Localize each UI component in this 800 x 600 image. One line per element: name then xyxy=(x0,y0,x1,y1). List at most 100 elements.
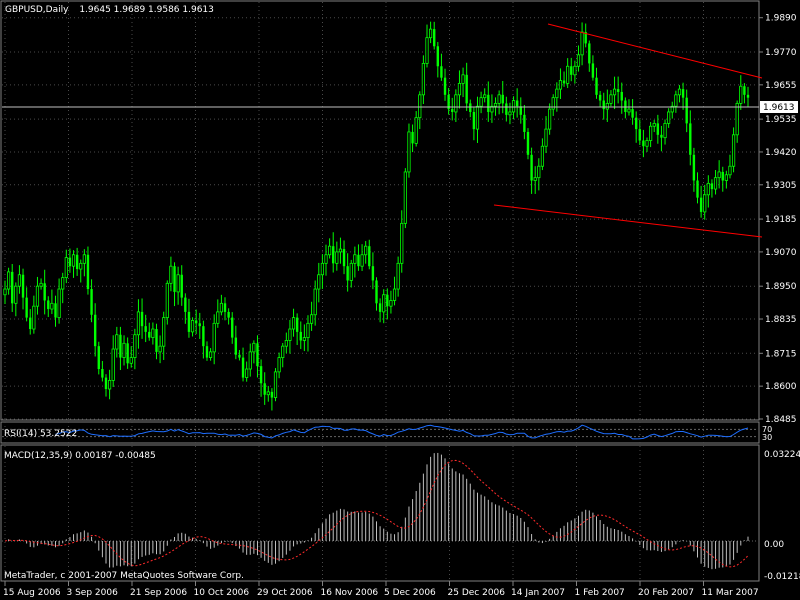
rsi-level-30: 30 xyxy=(762,433,772,442)
candle-body-up xyxy=(533,177,537,181)
time-tick-label: 15 Aug 2006 xyxy=(3,588,61,598)
candle-body-down xyxy=(198,323,201,327)
candle-body-up xyxy=(266,391,270,396)
candle-body-up xyxy=(309,314,314,324)
copyright-footer: MetaTrader, c 2001-2007 MetaQuotes Softw… xyxy=(4,571,244,581)
candle-body-down xyxy=(505,103,508,115)
candle-body-up xyxy=(612,88,617,96)
candle-body-up xyxy=(389,300,393,307)
candle-body-down xyxy=(371,266,375,281)
candle-body-up xyxy=(165,282,169,319)
candle-body-down xyxy=(104,377,108,390)
candle-body-up xyxy=(649,125,653,141)
candle-body-down xyxy=(591,63,595,78)
time-tick-label: 5 Dec 2006 xyxy=(384,588,436,598)
candle-body-up xyxy=(703,194,707,213)
candle-body-down xyxy=(119,334,122,358)
candle-body-down xyxy=(746,94,750,98)
candle-body-up xyxy=(493,102,498,107)
candle-body-down xyxy=(602,100,605,110)
price-axis: 1.9890 1.9770 1.9655 1.9535 1.9420 1.9305 1.91… xyxy=(759,14,797,425)
candle-body-up xyxy=(277,357,281,373)
price-tick-label: 1.9305 xyxy=(765,181,797,191)
candle-body-down xyxy=(433,29,436,47)
candle-body-down xyxy=(699,197,703,212)
trendline-lower xyxy=(493,204,763,238)
chart-canvas[interactable]: 1.9890 1.9770 1.9655 1.9535 1.9420 1.9305 1.91… xyxy=(0,0,800,600)
candle-body-down xyxy=(443,77,447,95)
candle-body-down xyxy=(436,46,440,67)
candle-body-down xyxy=(29,317,32,330)
candle-body-down xyxy=(710,183,714,190)
candle-body-up xyxy=(176,274,180,293)
candle-body-up xyxy=(71,254,76,267)
candle-body-down xyxy=(440,66,443,78)
candle-body-down xyxy=(202,326,205,347)
candle-body-down xyxy=(25,297,28,318)
candle-body-down xyxy=(692,154,696,181)
candle-body-up xyxy=(479,97,483,107)
candle-body-down xyxy=(660,134,663,138)
candle-body-down xyxy=(638,129,641,141)
candle-body-down xyxy=(642,140,645,147)
candle-body-up xyxy=(511,100,516,113)
candle-body-up xyxy=(407,131,411,173)
candle-body-up xyxy=(576,54,581,67)
candle-body-up xyxy=(349,262,353,281)
candle-body-down xyxy=(411,131,414,144)
candle-body-down xyxy=(144,326,147,332)
candle-body-down xyxy=(378,303,382,312)
candle-body-up xyxy=(212,322,216,353)
candle-body-down xyxy=(21,274,25,298)
candle-body-up xyxy=(317,274,321,290)
candle-body-up xyxy=(706,182,710,196)
candle-body-up xyxy=(508,111,512,116)
price-tick-label: 1.8485 xyxy=(765,415,797,425)
candle-body-up xyxy=(548,108,552,130)
candle-body-down xyxy=(472,111,476,130)
candle-body-up xyxy=(353,254,357,264)
chart-title: GBPUSD,Daily 1.9645 1.9689 1.9586 1.9613 xyxy=(5,5,214,15)
candle-body-up xyxy=(111,348,115,381)
candle-body-down xyxy=(75,254,79,270)
price-tick-label: 1.8835 xyxy=(765,315,797,325)
candle-body-down xyxy=(515,100,519,107)
candle-body-down xyxy=(685,97,688,124)
candle-body-down xyxy=(241,357,245,378)
candle-body-up xyxy=(735,102,739,136)
candle-body-up xyxy=(17,274,22,287)
candle-body-up xyxy=(652,122,656,127)
macd-tick-zero: 0.00 xyxy=(764,540,784,550)
candle-body-up xyxy=(403,171,407,224)
candle-body-up xyxy=(425,37,429,64)
time-tick-label: 1 Feb 2007 xyxy=(575,588,625,598)
candle-body-up xyxy=(122,342,126,358)
candle-body-up xyxy=(39,282,43,287)
candle-body-up xyxy=(328,245,332,256)
trendline-upper xyxy=(547,23,763,79)
candle-body-up xyxy=(151,328,155,338)
candle-body-up xyxy=(667,111,671,124)
candle-body-up xyxy=(115,334,119,350)
candle-body-up xyxy=(555,88,559,99)
candle-body-down xyxy=(501,94,504,104)
candle-body-up xyxy=(717,171,721,179)
candle-body-down xyxy=(101,369,104,378)
candle-body-up xyxy=(50,302,54,310)
candle-body-up xyxy=(461,74,465,84)
candle-body-up xyxy=(475,105,480,130)
candle-body-up xyxy=(79,262,83,270)
candle-body-up xyxy=(82,254,86,264)
price-tick-label: 1.8950 xyxy=(765,282,797,292)
price-tick-label: 1.9655 xyxy=(765,81,797,91)
candle-body-up xyxy=(57,288,61,319)
candle-body-down xyxy=(681,89,685,98)
candle-body-up xyxy=(291,317,296,330)
candle-body-up xyxy=(605,102,609,110)
candle-body-up xyxy=(421,63,425,96)
candle-body-up xyxy=(288,328,292,341)
candle-body-down xyxy=(148,331,151,338)
candle-body-down xyxy=(469,103,472,112)
candle-body-down xyxy=(624,100,627,112)
price-tick-label: 1.9890 xyxy=(765,14,797,24)
